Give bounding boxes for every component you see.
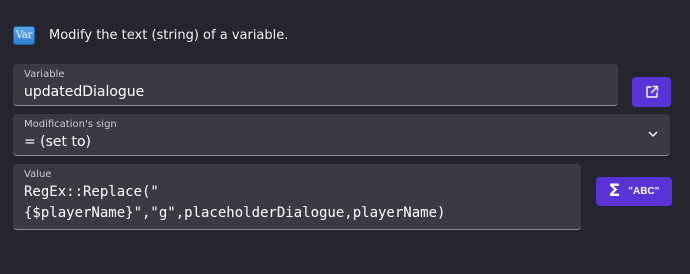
sigma-icon: Σ [608,181,621,201]
value-field[interactable]: Value RegEx::Replace(" {$playerName}","g… [13,164,581,230]
value-expression-line: {$playerName}","g",placeholderDialogue,p… [24,205,446,221]
value-expression[interactable]: RegEx::Replace(" {$playerName}","g",plac… [24,182,445,224]
modification-sign-label: Modification's sign [24,119,117,130]
open-variable-editor-button[interactable] [632,77,671,107]
variable-field-label: Variable [24,69,65,80]
variable-field-value[interactable]: updatedDialogue [24,84,144,100]
variable-field[interactable]: Variable updatedDialogue [13,64,618,106]
value-expression-line: RegEx::Replace(" [24,184,159,200]
variable-icon-text: Var [15,29,33,41]
instruction-description: Modify the text (string) of a variable. [49,27,289,43]
value-field-label: Value [24,169,52,180]
instruction-header: Var Modify the text (string) of a variab… [13,24,288,46]
external-link-icon [645,85,658,98]
variable-icon: Var [13,25,35,45]
string-expression-editor-button[interactable]: Σ "ABC" [596,177,672,206]
string-expression-label: "ABC" [628,186,660,197]
chevron-down-icon[interactable] [648,129,658,139]
modification-sign-select[interactable]: Modification's sign = (set to) [13,114,670,156]
modification-sign-value[interactable]: = (set to) [24,134,91,150]
